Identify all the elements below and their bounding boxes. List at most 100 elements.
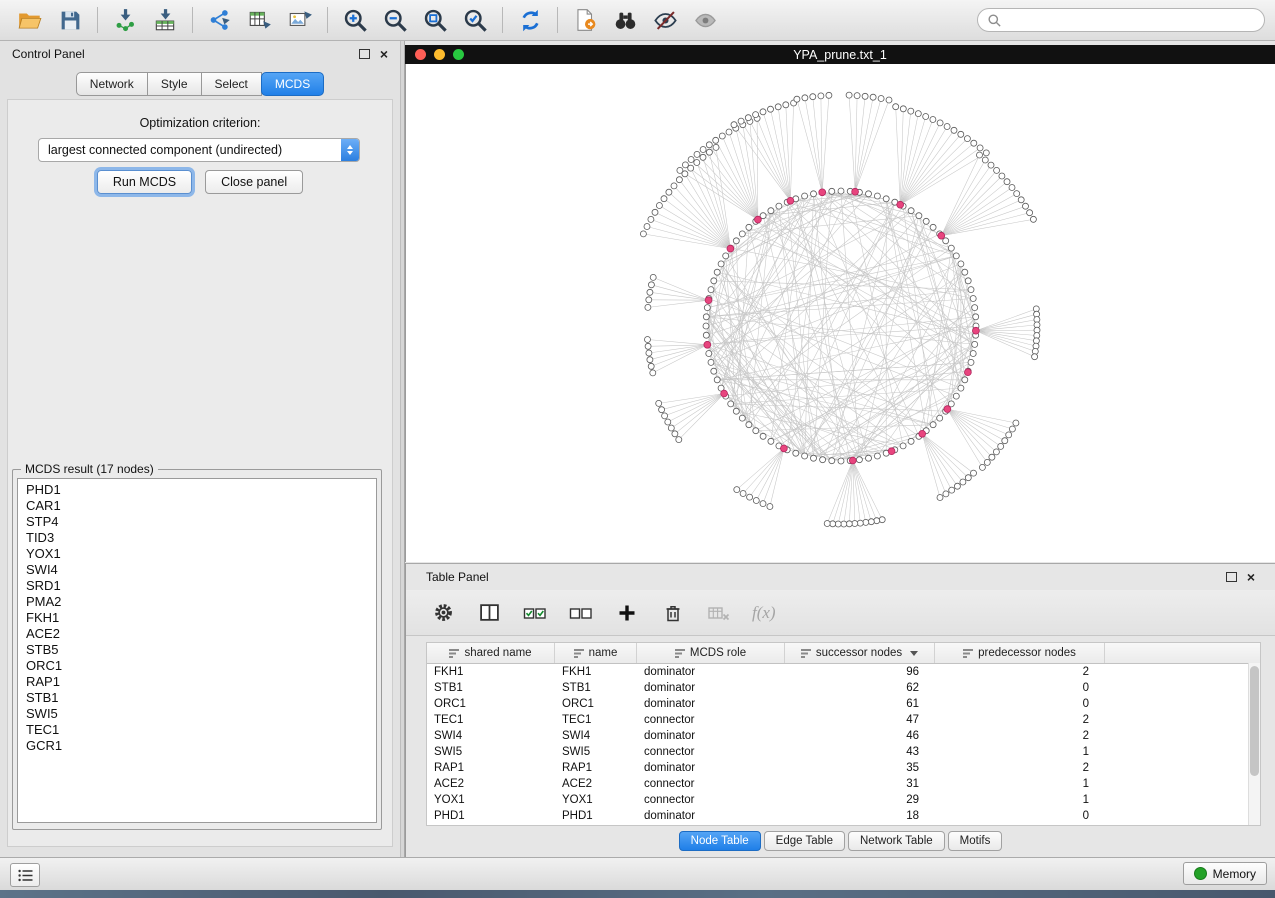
hide-details-button[interactable]	[645, 4, 685, 36]
zoom-selected-button[interactable]	[455, 4, 495, 36]
mcds-result-item[interactable]: FKH1	[18, 610, 376, 626]
save-session-button[interactable]	[50, 4, 90, 36]
mcds-result-item[interactable]: YOX1	[18, 546, 376, 562]
mcds-result-item[interactable]: TEC1	[18, 722, 376, 738]
export-network-button[interactable]	[200, 4, 240, 36]
zoom-fit-button[interactable]	[415, 4, 455, 36]
table-row[interactable]: PHD1PHD1dominator180	[427, 808, 1260, 824]
tab-mcds[interactable]: MCDS	[261, 72, 324, 96]
float-panel-icon[interactable]	[359, 49, 370, 59]
import-table-button[interactable]	[145, 4, 185, 36]
mcds-result-item[interactable]: STB1	[18, 690, 376, 706]
zoom-in-icon	[342, 7, 369, 34]
delete-column-button[interactable]	[660, 600, 686, 626]
close-panel-button[interactable]: Close panel	[205, 170, 303, 194]
import-network-button[interactable]	[105, 4, 145, 36]
task-history-button[interactable]	[10, 863, 40, 887]
mcds-result-item[interactable]: TID3	[18, 530, 376, 546]
open-session-button[interactable]	[10, 4, 50, 36]
table-row[interactable]: TEC1TEC1connector472	[427, 712, 1260, 728]
optimization-dropdown[interactable]: largest connected component (undirected)	[38, 138, 360, 162]
refresh-button[interactable]	[510, 4, 550, 36]
search-network-button[interactable]	[605, 4, 645, 36]
scrollbar-thumb[interactable]	[1250, 666, 1259, 776]
mcds-result-list[interactable]: PHD1CAR1STP4TID3YOX1SWI4SRD1PMA2FKH1ACE2…	[17, 478, 377, 823]
table-row[interactable]: SWI4SWI4dominator462	[427, 728, 1260, 744]
window-close-icon[interactable]	[415, 49, 426, 60]
table-row[interactable]: RAP1RAP1dominator352	[427, 760, 1260, 776]
mcds-result-item[interactable]: ACE2	[18, 626, 376, 642]
tab-motifs[interactable]: Motifs	[948, 831, 1003, 851]
mcds-result-item[interactable]: RAP1	[18, 674, 376, 690]
column-header-MCDS-role[interactable]: MCDS role	[637, 643, 785, 663]
mcds-result-item[interactable]: SWI4	[18, 562, 376, 578]
mcds-result-item[interactable]: ORC1	[18, 658, 376, 674]
hide-columns-button[interactable]	[706, 600, 732, 626]
open-folder-icon	[17, 7, 43, 33]
mcds-result-item[interactable]: STP4	[18, 514, 376, 530]
table-row[interactable]: STB1STB1dominator620	[427, 680, 1260, 696]
table-scrollbar[interactable]	[1248, 663, 1260, 825]
close-panel-icon[interactable]: ×	[380, 49, 388, 59]
split-view-button[interactable]	[476, 600, 502, 626]
function-builder-button[interactable]: f(x)	[752, 600, 776, 626]
table-row[interactable]: ORC1ORC1dominator610	[427, 696, 1260, 712]
zoom-selected-icon	[462, 7, 489, 34]
export-image-button[interactable]	[280, 4, 320, 36]
tab-network-table[interactable]: Network Table	[848, 831, 945, 851]
tab-node-table[interactable]: Node Table	[679, 831, 761, 851]
mcds-result-item[interactable]: STB5	[18, 642, 376, 658]
column-header-predecessor-nodes[interactable]: predecessor nodes	[935, 643, 1105, 663]
zoom-out-button[interactable]	[375, 4, 415, 36]
tab-style[interactable]: Style	[147, 72, 202, 96]
table-tabs: Node TableEdge TableNetwork TableMotifs	[406, 831, 1275, 851]
cell-successor-nodes: 96	[785, 666, 935, 678]
import-network-icon	[112, 7, 138, 33]
close-panel-icon[interactable]: ×	[1247, 572, 1255, 582]
search-input[interactable]	[1007, 12, 1255, 28]
run-mcds-button[interactable]: Run MCDS	[97, 170, 192, 194]
mcds-result-item[interactable]: PMA2	[18, 594, 376, 610]
tab-select[interactable]: Select	[201, 72, 262, 96]
table-row[interactable]: FKH1FKH1dominator962	[427, 664, 1260, 680]
table-row[interactable]: SWI5SWI5connector431	[427, 744, 1260, 760]
sort-icon	[574, 649, 584, 658]
deselect-all-button[interactable]	[568, 600, 594, 626]
table-row[interactable]: YOX1YOX1connector291	[427, 792, 1260, 808]
table-panel-title: Table Panel	[426, 570, 489, 584]
column-header-shared-name[interactable]: shared name	[427, 643, 555, 663]
network-window-titlebar[interactable]: YPA_prune.txt_1	[405, 45, 1275, 64]
dropdown-stepper-icon[interactable]	[341, 139, 359, 161]
cell-name: YOX1	[555, 794, 637, 806]
window-minimize-icon[interactable]	[434, 49, 445, 60]
export-table-button[interactable]	[240, 4, 280, 36]
window-zoom-icon[interactable]	[453, 49, 464, 60]
column-header-name[interactable]: name	[555, 643, 637, 663]
mcds-result-item[interactable]: GCR1	[18, 738, 376, 754]
share-document-button[interactable]	[565, 4, 605, 36]
zoom-in-button[interactable]	[335, 4, 375, 36]
control-panel-header: Control Panel ×	[0, 41, 400, 67]
mcds-result-item[interactable]: CAR1	[18, 498, 376, 514]
table-row[interactable]: ACE2ACE2connector311	[427, 776, 1260, 792]
column-header-filler	[1105, 643, 1260, 663]
column-header-successor-nodes[interactable]: successor nodes	[785, 643, 935, 663]
memory-button[interactable]: Memory	[1183, 862, 1267, 885]
cell-predecessor-nodes: 1	[935, 794, 1105, 806]
deselect-all-icon	[569, 603, 593, 623]
table-settings-button[interactable]	[430, 600, 456, 626]
network-canvas[interactable]	[405, 64, 1275, 562]
cell-predecessor-nodes: 2	[935, 714, 1105, 726]
float-panel-icon[interactable]	[1226, 572, 1237, 582]
mcds-result-item[interactable]: SWI5	[18, 706, 376, 722]
node-table[interactable]: shared namenameMCDS rolesuccessor nodesp…	[426, 642, 1261, 826]
sort-icon	[801, 649, 811, 658]
tab-network[interactable]: Network	[76, 72, 148, 96]
tab-edge-table[interactable]: Edge Table	[764, 831, 845, 851]
mcds-result-item[interactable]: SRD1	[18, 578, 376, 594]
add-column-button[interactable]	[614, 600, 640, 626]
mcds-result-item[interactable]: PHD1	[18, 482, 376, 498]
select-all-button[interactable]	[522, 600, 548, 626]
search-box[interactable]	[977, 8, 1265, 32]
show-details-button[interactable]	[685, 4, 725, 36]
